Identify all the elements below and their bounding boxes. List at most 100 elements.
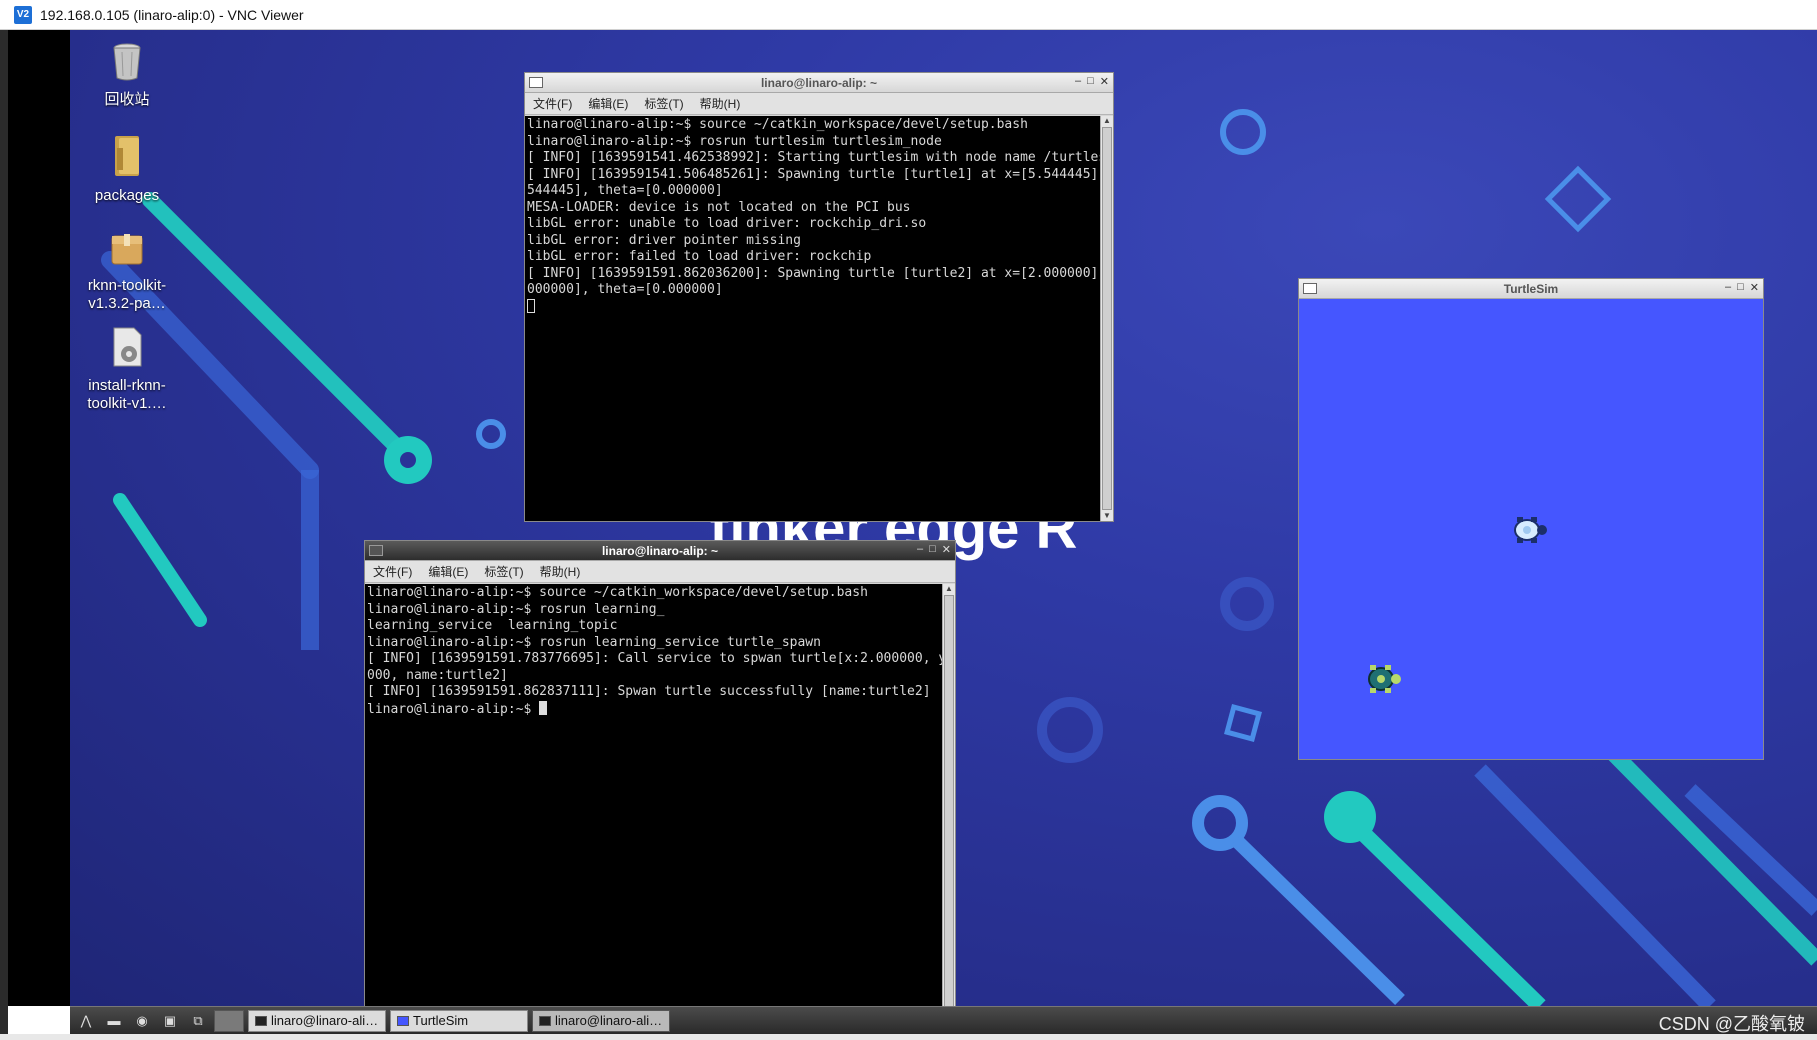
terminal-titlebar[interactable]: linaro@linaro-alip: ~ – □ ✕: [365, 541, 955, 561]
terminal-line: libGL error: failed to load driver: rock…: [527, 249, 872, 264]
taskbar-task-terminal-1[interactable]: linaro@linaro-ali…: [248, 1009, 386, 1032]
task-label: linaro@linaro-ali…: [271, 1013, 379, 1028]
archive-icon: [111, 234, 143, 265]
maximize-button[interactable]: □: [929, 543, 936, 556]
close-button[interactable]: ✕: [1750, 281, 1759, 294]
menu-file[interactable]: 文件(F): [533, 95, 572, 112]
terminal-line: learning_service learning_topic: [367, 618, 618, 633]
vnc-bottom-edge: [0, 1034, 1817, 1040]
vnc-titlebar: V2 192.168.0.105 (linaro-alip:0) - VNC V…: [0, 0, 1817, 30]
csdn-watermark: CSDN @乙酸氧铍: [1658, 1014, 1805, 1034]
desktop-icon-label: install-rknn-toolkit-v1.…: [87, 377, 167, 412]
host-left-strip: [0, 30, 8, 1040]
scrollbar-thumb[interactable]: [1102, 127, 1112, 510]
trash-icon: [113, 43, 141, 81]
terminal-output[interactable]: linaro@linaro-alip:~$ source ~/catkin_wo…: [525, 116, 1100, 521]
maximize-button[interactable]: □: [1737, 281, 1744, 294]
folder-icon: [115, 136, 139, 176]
workspace-pager[interactable]: [214, 1009, 244, 1032]
close-button[interactable]: ✕: [942, 543, 951, 556]
taskbar-task-turtlesim[interactable]: TurtleSim: [390, 1009, 528, 1032]
start-menu-icon[interactable]: ⋀: [74, 1010, 98, 1032]
terminal-title: linaro@linaro-alip: ~: [760, 75, 878, 90]
terminal-line: [ INFO] [1639591541.506485261]: Spawning…: [527, 166, 1100, 182]
turtlesim-window[interactable]: TurtleSim – □ ✕: [1298, 278, 1764, 760]
menu-file[interactable]: 文件(F): [373, 563, 412, 580]
taskbar-task-terminal-2[interactable]: linaro@linaro-ali…: [532, 1009, 670, 1032]
terminal-line: [ INFO] [1639591591.862036200]: Spawning…: [527, 265, 1100, 281]
desktop-icon-label: packages: [94, 187, 160, 204]
turtle1-icon: [1514, 517, 1547, 543]
scroll-down-arrow-icon[interactable]: ▼: [1101, 511, 1113, 521]
terminal-title: linaro@linaro-alip: ~: [601, 543, 719, 558]
window-menu-icon[interactable]: [529, 77, 543, 88]
terminal-line: [ INFO] [1639591591.862837111]: Spwan tu…: [367, 684, 931, 699]
menu-help[interactable]: 帮助(H): [540, 563, 581, 580]
terminal-small-icon: [255, 1015, 267, 1026]
terminal-line: linaro@linaro-alip:~$ rosrun learning_se…: [367, 634, 821, 650]
maximize-button[interactable]: □: [1087, 75, 1094, 88]
close-button[interactable]: ✕: [1100, 75, 1109, 88]
scrollbar-thumb[interactable]: [944, 595, 954, 1006]
terminal-small-icon: [539, 1015, 551, 1026]
terminal-prompt: linaro@linaro-alip:~$: [367, 701, 540, 717]
terminal-line: [ INFO] [1639591591.783776695]: Call ser…: [367, 651, 942, 666]
terminal-line: 000, name:turtle2]: [367, 667, 508, 683]
desktop-icon-packages[interactable]: packages: [72, 134, 182, 205]
file-manager-icon[interactable]: ▣: [158, 1010, 182, 1032]
desktop-icon-label: 回收站: [104, 91, 150, 108]
terminal-window-bottom[interactable]: linaro@linaro-alip: ~ – □ ✕ 文件(F) 编辑(E) …: [364, 540, 956, 1006]
terminal-window-top[interactable]: linaro@linaro-alip: ~ – □ ✕ 文件(F) 编辑(E) …: [524, 72, 1114, 522]
turtlesim-title: TurtleSim: [1503, 281, 1559, 296]
terminal-output[interactable]: linaro@linaro-alip:~$ source ~/catkin_wo…: [365, 584, 942, 1006]
terminal-cursor: [527, 298, 535, 313]
terminal-cursor: [539, 700, 548, 715]
turtlesim-small-icon: [397, 1015, 409, 1026]
task-label: linaro@linaro-ali…: [555, 1013, 663, 1028]
remote-left-margin: [8, 30, 70, 1006]
desktop-icon-trash[interactable]: 回收站: [72, 42, 182, 109]
scroll-up-arrow-icon[interactable]: ▲: [943, 584, 955, 594]
terminal-menubar: 文件(F) 编辑(E) 标签(T) 帮助(H): [525, 93, 1113, 115]
terminal-menubar: 文件(F) 编辑(E) 标签(T) 帮助(H): [365, 561, 955, 583]
desktop-switcher-icon[interactable]: ⧉: [186, 1010, 210, 1032]
browser-launcher-icon[interactable]: ◉: [130, 1010, 154, 1032]
window-menu-icon[interactable]: [1303, 283, 1317, 294]
menu-tabs[interactable]: 标签(T): [484, 563, 523, 580]
vnc-logo-icon: V2: [14, 5, 32, 24]
vnc-window-title: 192.168.0.105 (linaro-alip:0) - VNC View…: [40, 6, 304, 23]
terminal-line: linaro@linaro-alip:~$ rosrun turtlesim t…: [527, 133, 942, 149]
menu-tabs[interactable]: 标签(T): [644, 95, 683, 112]
desktop-icon-rknn-archive[interactable]: rknn-toolkit-v1.3.2-pa…: [72, 230, 182, 313]
menu-help[interactable]: 帮助(H): [700, 95, 741, 112]
remote-desktop[interactable]: tinker edge R 回收站 packages rknn-toolkit-…: [70, 30, 1817, 1006]
desktop-icon-install-script[interactable]: install-rknn-toolkit-v1.…: [72, 326, 182, 413]
terminal-titlebar[interactable]: linaro@linaro-alip: ~ – □ ✕: [525, 73, 1113, 93]
desktop-icon-label: rknn-toolkit-v1.3.2-pa…: [87, 277, 167, 312]
minimize-button[interactable]: –: [1725, 281, 1731, 294]
terminal-line: [ INFO] [1639591541.462538992]: Starting…: [527, 150, 1100, 165]
terminal-line: linaro@linaro-alip:~$ rosrun learning_: [367, 601, 665, 617]
terminal-line: linaro@linaro-alip:~$ source ~/catkin_wo…: [527, 117, 1028, 132]
terminal-scrollbar[interactable]: ▲ ▼: [1100, 116, 1113, 521]
terminal-line: 544445], theta=[0.000000]: [527, 183, 723, 198]
menu-edit[interactable]: 编辑(E): [428, 563, 468, 580]
terminal-line: MESA-LOADER: device is not located on th…: [527, 199, 911, 215]
terminal-scrollbar[interactable]: ▲ ▼: [942, 584, 955, 1006]
terminal-line: libGL error: unable to load driver: rock…: [527, 216, 927, 231]
turtlesim-titlebar[interactable]: TurtleSim – □ ✕: [1299, 279, 1763, 299]
turtlesim-canvas[interactable]: [1299, 299, 1763, 759]
minimize-button[interactable]: –: [917, 543, 923, 556]
menu-edit[interactable]: 编辑(E): [588, 95, 628, 112]
scroll-up-arrow-icon[interactable]: ▲: [1101, 116, 1113, 126]
turtle2-icon: [1368, 665, 1401, 693]
minimize-button[interactable]: –: [1075, 75, 1081, 88]
script-gear-icon: [113, 327, 142, 367]
terminal-launcher-icon[interactable]: ▬: [102, 1010, 126, 1032]
window-menu-icon[interactable]: [369, 545, 383, 556]
task-label: TurtleSim: [413, 1013, 469, 1028]
terminal-line: 000000], theta=[0.000000]: [527, 282, 723, 297]
terminal-line: linaro@linaro-alip:~$ source ~/catkin_wo…: [367, 585, 868, 600]
taskbar: ⋀ ▬ ◉ ▣ ⧉ linaro@linaro-ali… TurtleSim l…: [70, 1006, 1817, 1034]
terminal-line: libGL error: driver pointer missing: [527, 232, 801, 248]
